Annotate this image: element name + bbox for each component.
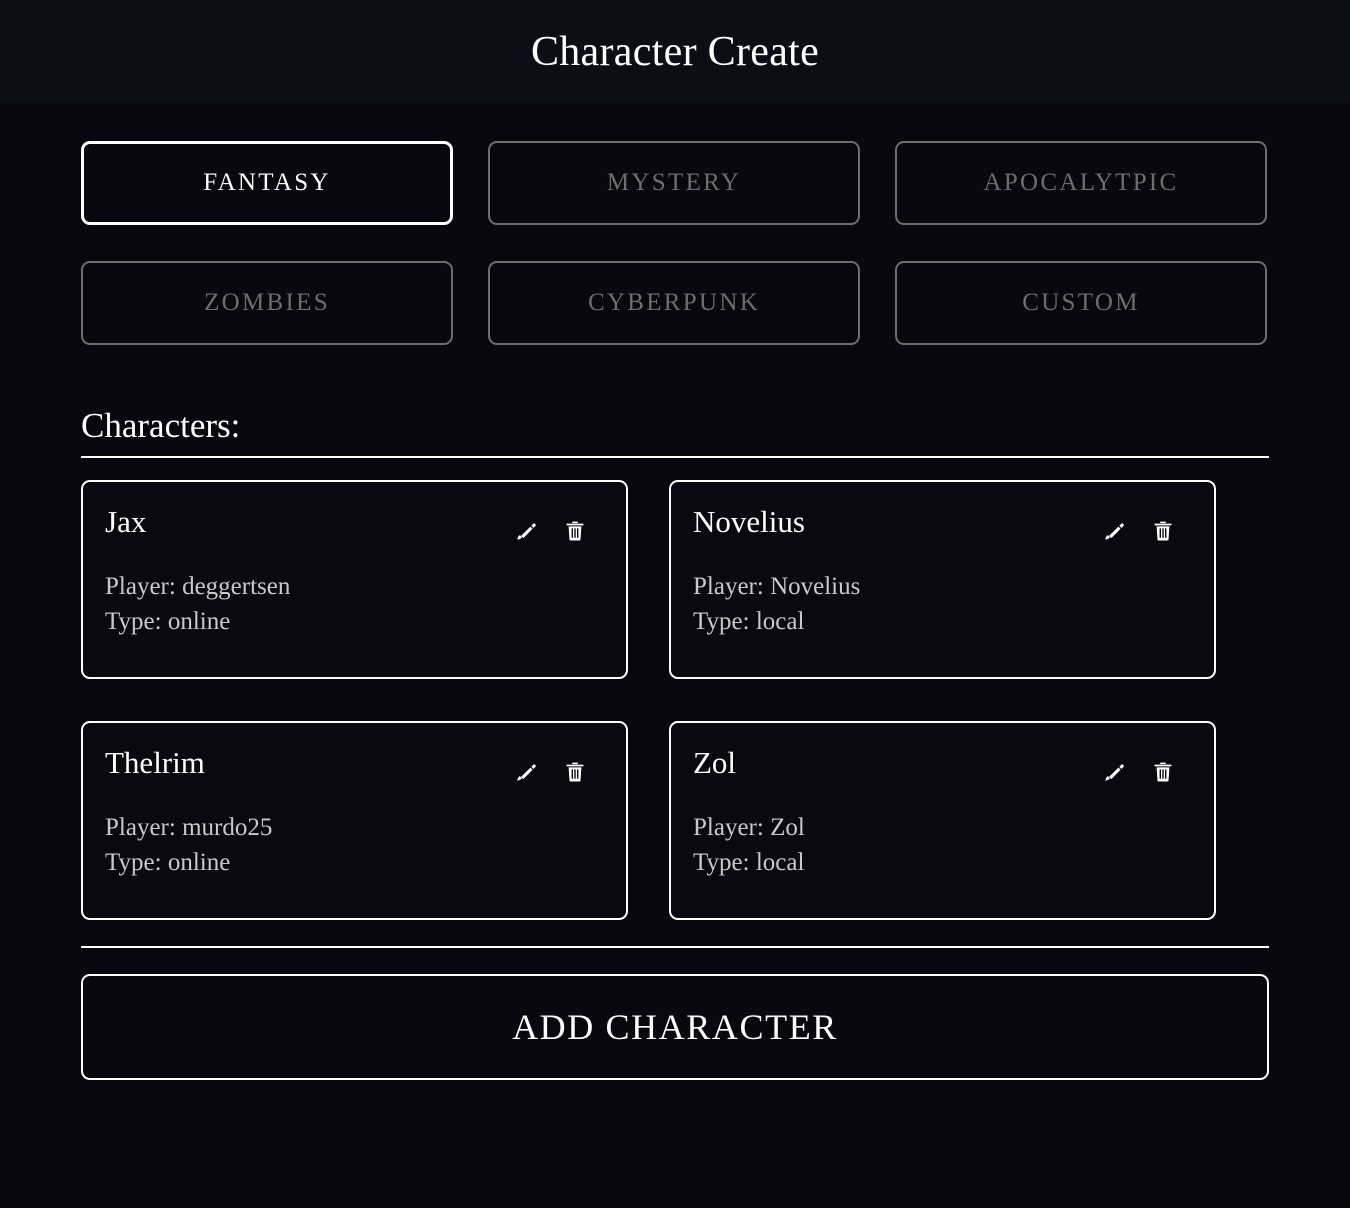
main-content: FANTASY MYSTERY APOCALYTPIC ZOMBIES CYBE… [0, 103, 1350, 1208]
character-meta: Player: deggertsen Type: online [105, 569, 604, 640]
character-meta: Player: Zol Type: local [693, 810, 1192, 881]
character-name: Zol [693, 744, 737, 780]
character-card-header: Jax [105, 503, 604, 544]
add-character-button[interactable]: ADD CHARACTER [81, 973, 1269, 1080]
app-header: Character Create [0, 0, 1350, 103]
edit-character-button[interactable] [514, 518, 540, 544]
character-card-header: Novelius [693, 503, 1192, 544]
trash-icon [563, 519, 587, 543]
page-title: Character Create [530, 28, 820, 75]
character-name: Thelrim [105, 744, 205, 780]
character-card[interactable]: Jax Player: deggertsen Type: online [81, 479, 628, 679]
edit-character-button[interactable] [514, 759, 540, 785]
character-card-header: Thelrim [105, 744, 604, 785]
character-card-actions [1102, 506, 1192, 544]
character-type: Type: online [105, 608, 231, 635]
character-card-actions [514, 747, 604, 785]
pencil-icon [1103, 760, 1127, 784]
character-card-header: Zol [693, 744, 1192, 785]
character-card[interactable]: Zol Player: Zol Type: local [669, 720, 1216, 920]
delete-character-button[interactable] [562, 518, 588, 544]
genre-button-fantasy[interactable]: FANTASY [81, 141, 453, 225]
character-card-actions [1102, 747, 1192, 785]
character-card[interactable]: Thelrim Player: murdo25 Type: online [81, 720, 628, 920]
character-player: Player: murdo25 [105, 813, 273, 841]
genre-button-zombies[interactable]: ZOMBIES [81, 261, 453, 345]
footer-divider [81, 945, 1269, 948]
character-type: Type: local [693, 849, 805, 876]
trash-icon [1151, 760, 1175, 784]
edit-character-button[interactable] [1102, 518, 1128, 544]
characters-heading: Characters: [81, 406, 241, 445]
character-card-actions [514, 506, 604, 544]
character-player: Player: deggertsen [105, 572, 291, 600]
genre-button-mystery[interactable]: MYSTERY [488, 141, 860, 225]
character-type: Type: local [693, 608, 805, 635]
character-type: Type: online [105, 849, 231, 876]
character-player: Player: Zol [693, 813, 805, 841]
character-meta: Player: murdo25 Type: online [105, 810, 604, 881]
character-card-grid: Jax Player: deggertsen Type: online Nove… [81, 479, 1269, 920]
pencil-icon [1103, 519, 1127, 543]
trash-icon [563, 760, 587, 784]
pencil-icon [515, 519, 539, 543]
pencil-icon [515, 760, 539, 784]
character-player: Player: Novelius [693, 572, 861, 600]
character-meta: Player: Novelius Type: local [693, 569, 1192, 640]
edit-character-button[interactable] [1102, 759, 1128, 785]
character-card[interactable]: Novelius Player: Novelius Type: local [669, 479, 1216, 679]
delete-character-button[interactable] [1150, 759, 1176, 785]
delete-character-button[interactable] [1150, 518, 1176, 544]
character-name: Jax [105, 503, 147, 539]
delete-character-button[interactable] [562, 759, 588, 785]
genre-button-cyberpunk[interactable]: CYBERPUNK [488, 261, 860, 345]
genre-selector: FANTASY MYSTERY APOCALYTPIC ZOMBIES CYBE… [81, 103, 1269, 345]
characters-divider [81, 455, 1269, 458]
genre-button-apocalytpic[interactable]: APOCALYTPIC [895, 141, 1267, 225]
genre-button-custom[interactable]: CUSTOM [895, 261, 1267, 345]
character-name: Novelius [693, 503, 805, 539]
trash-icon [1151, 519, 1175, 543]
